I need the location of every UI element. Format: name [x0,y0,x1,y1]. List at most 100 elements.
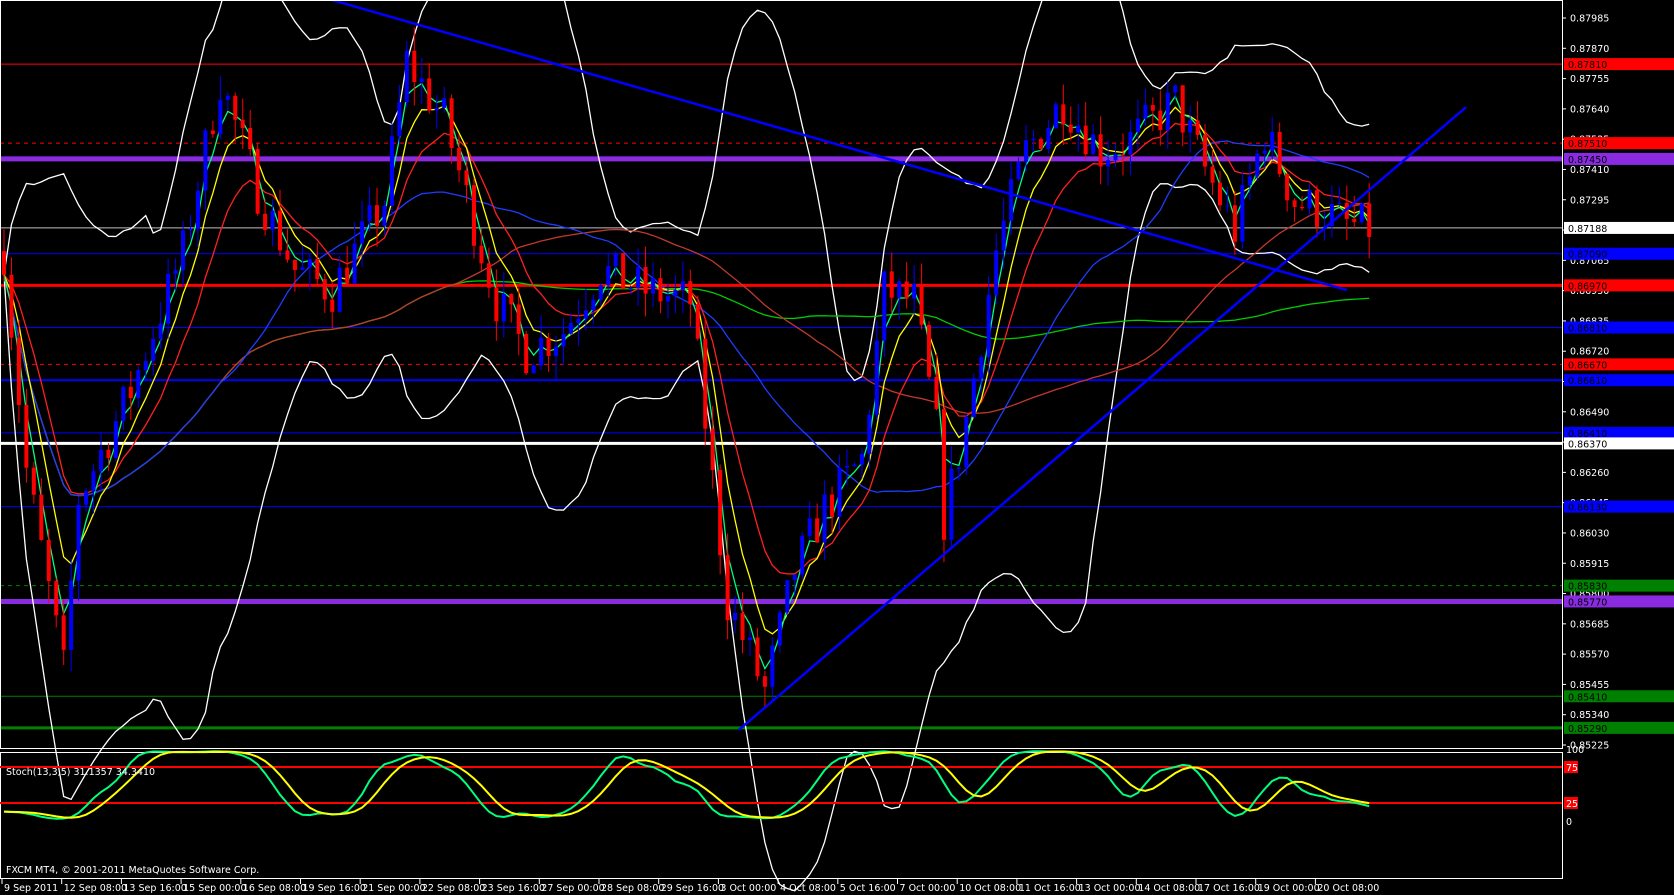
time-label: 11 Oct 16:00 [1019,883,1081,894]
candle-body [591,299,596,311]
candle-body [31,467,36,495]
candle [762,670,767,709]
candle-body [762,676,767,687]
candle-body [815,518,820,543]
level-price-label: 0.85830 [1568,582,1607,593]
candle [539,315,544,371]
candle-body [1031,138,1036,141]
candle-body [964,416,969,468]
time-label: 14 Oct 08:00 [1138,883,1200,894]
candle-body [263,213,268,230]
candle [31,461,36,504]
candle [889,252,894,314]
candle-body [352,243,357,284]
candle [1061,84,1066,146]
candle-body [54,581,59,616]
stoch-level-label: 25 [1566,799,1578,810]
candle-body [9,274,14,338]
candle [1180,84,1185,147]
candle-body [1285,174,1290,201]
candle-body [1277,131,1282,175]
candle-body [837,467,842,517]
candle-body [1232,205,1237,242]
candle-body [345,267,350,284]
candle-body [651,278,656,294]
candle [54,578,59,628]
candle-body [703,338,708,429]
candle [367,186,372,232]
candle-body [233,95,238,120]
candle-body [442,98,447,108]
candle [1098,116,1103,185]
copyright-note: FXCM MT4, © 2001-2011 MetaQuotes Softwar… [6,865,259,876]
candle-body [934,376,939,409]
time-label: 13 Sep 16:00 [123,883,186,894]
price-tick-label: 0.85340 [1570,710,1609,721]
candle-body [181,230,186,271]
candle-body [889,271,894,298]
candle-body [367,205,372,222]
candle [1150,97,1155,132]
price-tick-label: 0.87295 [1570,195,1609,206]
candle [636,248,641,306]
candle-body [188,228,193,231]
candle [956,466,961,481]
candle [815,503,820,543]
candle-body [1203,135,1208,167]
time-label: 5 Oct 16:00 [840,883,896,894]
candle-body [121,386,126,422]
level-price-label: 0.87810 [1568,60,1607,71]
level-price-label: 0.87510 [1568,139,1607,150]
candle-body [285,250,290,260]
candle-body [710,428,715,471]
candle [352,222,357,285]
candle-body [785,580,790,613]
candle [278,189,283,256]
candle-body [1180,85,1185,133]
candle [844,449,849,486]
candle-body [1076,125,1081,133]
stochastic-panel: 100 75 25 0 [0,745,1584,828]
candle [210,120,215,138]
time-label: 10 Oct 08:00 [959,883,1021,894]
price-tick-label: 0.85915 [1570,559,1609,570]
candle [1247,162,1252,200]
candle-body [427,78,432,111]
candle-body [1016,161,1021,180]
candle [531,363,536,374]
candle [1121,133,1125,176]
candle-body [1001,220,1006,251]
stoch-level-label: 100 [1566,745,1584,756]
candle [203,127,208,211]
candle [404,40,409,107]
candle [1031,129,1036,152]
price-tick-label: 0.85455 [1570,680,1609,691]
candle-body [16,337,21,405]
candle-body [24,404,29,468]
time-label: 7 Oct 00:00 [900,883,956,894]
time-label: 19 Sep 16:00 [303,883,366,894]
candle [1300,196,1305,211]
trendlines[interactable] [331,0,1467,731]
candle [1106,139,1111,186]
candle [1091,124,1096,155]
candle [710,406,715,489]
candle-body [278,210,283,251]
price-chart[interactable]: 0.879850.878700.877550.876400.875250.874… [0,0,1674,895]
candle-body [419,78,424,82]
candle [1038,137,1043,151]
candle-body [822,494,827,543]
candle-body [143,361,148,371]
candle-body [330,299,335,312]
candle-body [800,535,805,575]
candle-body [874,340,879,415]
candle [1113,143,1118,168]
candle [9,257,14,351]
trendline [737,106,1467,731]
level-price-label: 0.86130 [1568,503,1607,514]
candle-body [434,107,439,111]
time-label: 3 Oct 00:00 [720,883,776,894]
candle [1240,171,1245,250]
candle [1195,101,1200,140]
candle-body [1068,124,1073,133]
